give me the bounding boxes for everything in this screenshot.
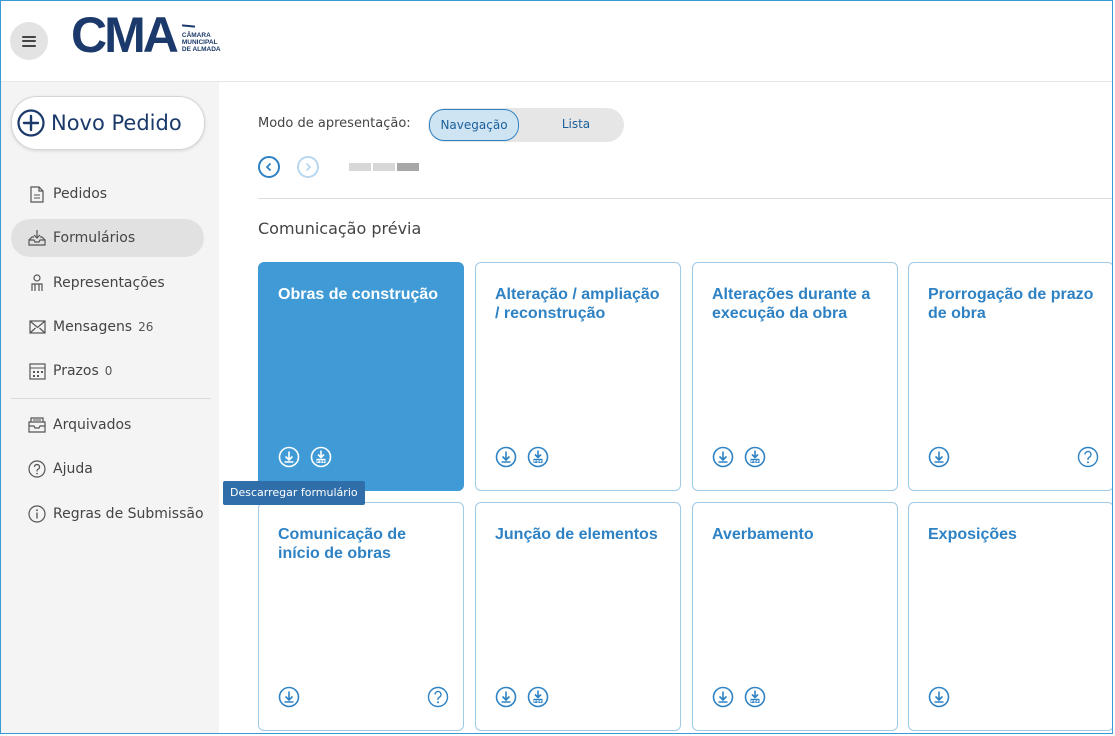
form-card-averbamento[interactable]: Averbamento PDF <box>692 502 898 731</box>
download-pdf-icon[interactable]: PDF <box>527 686 549 708</box>
download-icon[interactable] <box>278 686 300 708</box>
sidebar-item-label: Representações <box>53 275 165 291</box>
sidebar-item-regras-submissao[interactable]: Regras de Submissão <box>11 495 204 533</box>
svg-text:PDF: PDF <box>751 699 760 703</box>
sidebar-item-ajuda[interactable]: Ajuda <box>11 450 204 488</box>
svg-text:PDF: PDF <box>751 459 760 463</box>
sidebar-item-label: Ajuda <box>53 461 93 477</box>
view-mode-list-button[interactable]: Lista <box>528 109 624 139</box>
sidebar-item-label: Regras de Submissão <box>53 506 204 522</box>
download-pdf-icon[interactable]: PDF <box>744 686 766 708</box>
logo-subtitle: CÂMARA MUNICIPAL DE ALMADA <box>181 24 221 53</box>
app-window: CMA CÂMARA MUNICIPAL DE ALMADA Novo Pedi… <box>0 0 1113 734</box>
sidebar-item-label: Arquivados <box>53 417 132 433</box>
sidebar-item-label: Prazos <box>53 363 99 379</box>
download-icon[interactable] <box>495 446 517 468</box>
previous-page-button[interactable] <box>258 156 280 178</box>
form-card-exposicoes[interactable]: Exposições <box>908 502 1112 731</box>
sidebar-divider <box>11 398 211 399</box>
new-request-label: Novo Pedido <box>51 111 182 135</box>
sidebar-item-label: Pedidos <box>53 186 108 202</box>
form-card-comunicacao-inicio-obras[interactable]: Comunicação de início de obras <box>258 502 464 731</box>
form-card-juncao-elementos[interactable]: Junção de elementos PDF <box>475 502 681 731</box>
page-indicator <box>349 163 419 171</box>
sidebar-item-prazos[interactable]: Prazos 0 <box>11 352 204 390</box>
hamburger-menu-button[interactable] <box>10 22 48 60</box>
download-form-tooltip: Descarregar formulário <box>223 481 365 505</box>
sidebar: Novo Pedido Pedidos Formulários Represen… <box>1 82 219 733</box>
download-icon[interactable] <box>495 686 517 708</box>
question-icon <box>28 460 46 478</box>
form-card-title: Comunicação de início de obras <box>278 526 407 562</box>
form-card-title: Obras de construção <box>278 286 439 303</box>
download-icon[interactable] <box>928 686 950 708</box>
sidebar-item-mensagens[interactable]: Mensagens 26 <box>11 308 204 346</box>
download-icon[interactable] <box>712 686 734 708</box>
envelope-icon <box>28 318 46 336</box>
calendar-icon <box>28 362 46 380</box>
chevron-right-icon <box>305 162 312 172</box>
form-card-title: Exposições <box>928 526 1017 543</box>
top-header: CMA CÂMARA MUNICIPAL DE ALMADA <box>1 1 1112 82</box>
logo-mark: CMA <box>71 7 179 63</box>
view-mode-navigation-button[interactable]: Navegação <box>429 109 519 141</box>
download-icon[interactable] <box>712 446 734 468</box>
svg-text:PDF: PDF <box>534 699 543 703</box>
main-content: Modo de apresentação: Navegação Lista Co… <box>220 82 1112 733</box>
info-icon <box>28 505 46 523</box>
form-card-title: Alteração / ampliação / reconstrução <box>495 286 660 322</box>
form-card-alteracao-ampliacao[interactable]: Alteração / ampliação / reconstrução PDF <box>475 262 681 491</box>
page-indicator-dot[interactable] <box>349 163 371 171</box>
hamburger-icon <box>22 35 36 47</box>
sidebar-item-pedidos[interactable]: Pedidos <box>11 175 204 213</box>
plus-circle-icon <box>17 109 45 137</box>
archive-icon <box>28 416 46 434</box>
view-mode-label: Modo de apresentação: <box>258 116 411 131</box>
section-title: Comunicação prévia <box>258 219 422 238</box>
form-card-title: Averbamento <box>712 526 814 543</box>
next-page-button[interactable] <box>297 156 319 178</box>
new-request-button[interactable]: Novo Pedido <box>11 96 205 150</box>
sidebar-item-arquivados[interactable]: Arquivados <box>11 406 204 444</box>
download-icon[interactable] <box>928 446 950 468</box>
page-indicator-dot[interactable] <box>373 163 395 171</box>
section-divider <box>258 198 1112 199</box>
document-icon <box>28 185 46 203</box>
download-pdf-icon[interactable]: PDF <box>744 446 766 468</box>
form-card-prorrogacao-prazo[interactable]: Prorrogação de prazo de obra <box>908 262 1112 491</box>
form-card-title: Junção de elementos <box>495 526 658 543</box>
messages-count: 26 <box>138 320 154 334</box>
sidebar-item-label: Mensagens <box>53 319 133 335</box>
person-icon <box>28 274 46 292</box>
form-card-title: Prorrogação de prazo de obra <box>928 286 1094 322</box>
chevron-left-icon <box>265 162 272 172</box>
view-mode-toggle: Navegação Lista <box>428 108 624 142</box>
cma-logo[interactable]: CMA CÂMARA MUNICIPAL DE ALMADA <box>71 7 221 63</box>
inbox-download-icon <box>28 229 46 247</box>
help-question-icon[interactable] <box>427 686 449 708</box>
deadlines-count: 0 <box>104 364 113 378</box>
download-pdf-icon[interactable]: PDF <box>310 446 332 468</box>
page-indicator-dot-active[interactable] <box>397 163 419 171</box>
sidebar-item-formularios[interactable]: Formulários <box>11 219 204 257</box>
download-pdf-icon[interactable]: PDF <box>527 446 549 468</box>
svg-text:PDF: PDF <box>534 459 543 463</box>
form-card-alteracoes-durante-execucao[interactable]: Alterações durante a execução da obra PD… <box>692 262 898 491</box>
svg-text:PDF: PDF <box>317 459 326 463</box>
download-icon[interactable] <box>278 446 300 468</box>
help-question-icon[interactable] <box>1077 446 1099 468</box>
form-card-title: Alterações durante a execução da obra <box>712 286 871 322</box>
sidebar-item-label: Formulários <box>53 230 136 246</box>
sidebar-item-representacoes[interactable]: Representações <box>11 264 204 302</box>
form-card-obras-de-construcao[interactable]: Obras de construção PDF <box>258 262 464 491</box>
